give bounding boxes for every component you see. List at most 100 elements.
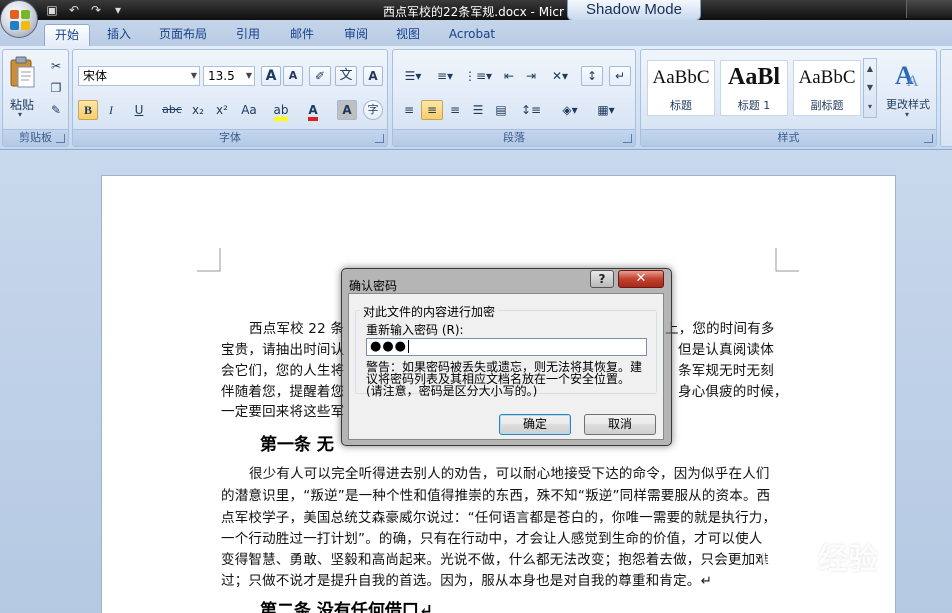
doc-text-line: 会它们，您的人生将 <box>221 363 345 379</box>
font-name-select[interactable]: 宋体 ▼ <box>78 66 200 86</box>
bold-button[interactable]: B <box>78 100 98 120</box>
font-launcher-icon[interactable] <box>375 134 384 143</box>
svg-text:A: A <box>907 73 919 90</box>
save-icon[interactable]: ▣ <box>44 2 60 18</box>
decrease-indent-icon[interactable]: ⇤ <box>499 66 519 86</box>
style-subtitle[interactable]: AaBbC 副标题 <box>793 60 861 116</box>
doc-text-line: 但是认真阅读体 <box>678 342 774 358</box>
ribbon-tabs: 开始 插入 页面布局 引用 邮件 审阅 视图 Acrobat <box>0 20 952 46</box>
highlight-button[interactable]: ab <box>267 100 295 121</box>
doc-text-line: 的潜意识里，“叛逆”是一种个性和值得推崇的东西，殊不知“叛逆”同样需要服从的资本… <box>221 488 771 504</box>
clipboard-launcher-icon[interactable] <box>56 134 65 143</box>
font-size-select[interactable]: 13.5 ▼ <box>203 66 255 86</box>
help-button[interactable]: ? <box>590 270 614 288</box>
paste-dropdown-icon[interactable]: ▾ <box>18 110 22 119</box>
style-sample: AaBl <box>727 64 780 90</box>
line-spacing-icon[interactable]: ↕≡ <box>516 100 546 120</box>
show-marks-icon[interactable]: ↵ <box>609 66 631 86</box>
numbering-icon[interactable]: ≡▾ <box>430 66 460 86</box>
paragraph-group-label: 段落 <box>393 129 635 146</box>
watermark-url: jingyan.baidu.com <box>764 582 875 596</box>
shading-icon[interactable]: ◈▾ <box>553 100 587 120</box>
format-painter-icon[interactable]: ✎ <box>47 100 65 120</box>
paste-icon <box>10 56 35 88</box>
tab-acrobat[interactable]: Acrobat <box>442 24 502 46</box>
ribbon: 粘贴 ▾ ✂ ❐ ✎ 剪贴板 宋体 ▼ 13.5 ▼ A A ✐ 文 A B I… <box>0 46 952 150</box>
subscript-button[interactable]: x₂ <box>187 100 209 120</box>
superscript-button[interactable]: x² <box>211 100 233 120</box>
shrink-font-button[interactable]: A <box>283 66 303 86</box>
font-size-value: 13.5 <box>208 69 235 83</box>
window-title: 西点军校的22条军规.docx - Micr <box>383 5 564 19</box>
styles-scroll[interactable]: ▲ ▼ ▾ <box>863 58 877 118</box>
underline-button[interactable]: U <box>124 100 154 120</box>
shadow-mode-label: Shadow Mode <box>567 0 701 21</box>
close-button[interactable]: ✕ <box>618 270 664 288</box>
doc-text-line: 变得智慧、勇敢、坚毅和高尚起来。光说不做，什么都无法改变；抱怨着去做，只会更加难 <box>221 552 769 568</box>
tab-mailings[interactable]: 邮件 <box>282 24 322 46</box>
password-input[interactable]: ●●● <box>366 338 647 356</box>
customize-qat-icon[interactable]: ▾ <box>110 2 126 18</box>
style-name: 副标题 <box>810 99 844 112</box>
cancel-button[interactable]: 取消 <box>584 414 656 435</box>
align-right-icon[interactable]: ≡ <box>444 100 466 120</box>
sort-icon[interactable]: ↕ <box>581 66 603 86</box>
style-heading1[interactable]: AaBl 标题 1 <box>720 60 788 116</box>
ok-button[interactable]: 确定 <box>499 414 571 435</box>
styles-group: AaBbC 标题 AaBl 标题 1 AaBbC 副标题 ▲ ▼ ▾ A A 更改样… <box>640 49 937 147</box>
paste-button[interactable]: 粘贴 ▾ <box>6 54 40 119</box>
font-color-button[interactable]: A <box>299 100 327 121</box>
office-button[interactable] <box>0 0 38 38</box>
strikethrough-button[interactable]: abc <box>159 100 185 120</box>
increase-indent-icon[interactable]: ⇥ <box>521 66 541 86</box>
italic-button[interactable]: I <box>101 100 121 120</box>
redo-icon[interactable]: ↷ <box>88 2 104 18</box>
doc-text-line: 很少有人可以完全听得进去别人的劝告，可以耐心地接受下达的命令，因为似乎在人们 <box>249 466 770 482</box>
multilevel-list-icon[interactable]: ⋮≡▾ <box>462 66 494 86</box>
tab-page-layout[interactable]: 页面布局 <box>152 24 214 46</box>
doc-text-line: 伴随着您，提醒着您 <box>221 384 345 400</box>
justify-icon[interactable]: ☰ <box>467 100 489 120</box>
title-bar: ▣ ↶ ↷ ▾ 西点军校的22条军规.docx - Micr Shadow Mo… <box>0 0 952 21</box>
tab-references[interactable]: 引用 <box>228 24 268 46</box>
window-controls[interactable] <box>906 0 952 18</box>
tab-review[interactable]: 审阅 <box>336 24 376 46</box>
font-name-value: 宋体 <box>83 69 108 83</box>
grow-font-button[interactable]: A <box>261 66 281 86</box>
cut-icon[interactable]: ✂ <box>47 56 65 76</box>
distributed-icon[interactable]: ▤ <box>490 100 512 120</box>
doc-heading-2: 第二条 没有任何借口↵ <box>260 601 434 613</box>
bullets-icon[interactable]: ☰▾ <box>398 66 428 86</box>
tab-view[interactable]: 视图 <box>388 24 428 46</box>
doc-text-line: 宝贵，请抽出时间认 <box>221 342 345 358</box>
style-title[interactable]: AaBbC 标题 <box>647 60 715 116</box>
tab-home[interactable]: 开始 <box>44 24 90 46</box>
phonetic-guide-button[interactable]: 文 <box>335 66 357 86</box>
tab-insert[interactable]: 插入 <box>100 24 138 46</box>
doc-text-line: 身心俱疲的时候， <box>678 384 788 400</box>
paw-logo-icon <box>762 530 814 582</box>
styles-group-label: 样式 <box>641 129 936 146</box>
align-center-icon[interactable]: ≡ <box>421 100 443 120</box>
chinese-layout-icon[interactable]: ✕▾ <box>545 66 575 86</box>
office-logo-icon <box>10 10 30 30</box>
change-styles-button[interactable]: A A 更改样式 ▾ <box>881 56 935 122</box>
encrypt-group-title: 对此文件的内容进行加密 <box>360 303 499 320</box>
styles-launcher-icon[interactable] <box>924 134 933 143</box>
chevron-down-icon: ▾ <box>905 110 910 119</box>
char-border-button[interactable]: A <box>363 66 383 86</box>
align-left-icon[interactable]: ≡ <box>398 100 420 120</box>
doc-heading-1: 第一条 无 <box>260 435 334 455</box>
style-name: 标题 <box>670 99 692 112</box>
char-shading-button[interactable]: A <box>337 100 357 120</box>
chevron-down-icon: ▼ <box>245 71 252 80</box>
clear-format-icon[interactable]: ✐ <box>309 66 331 86</box>
enclose-char-button[interactable]: 字 <box>363 100 383 120</box>
copy-icon[interactable]: ❐ <box>47 78 65 98</box>
undo-icon[interactable]: ↶ <box>66 2 82 18</box>
change-styles-icon: A A <box>895 61 919 90</box>
borders-icon[interactable]: ▦▾ <box>589 100 623 120</box>
change-case-button[interactable]: Aa <box>235 100 263 120</box>
paragraph-launcher-icon[interactable] <box>623 134 632 143</box>
warning-text-line: (请注意，密码是区分大小写的。) <box>366 384 538 398</box>
